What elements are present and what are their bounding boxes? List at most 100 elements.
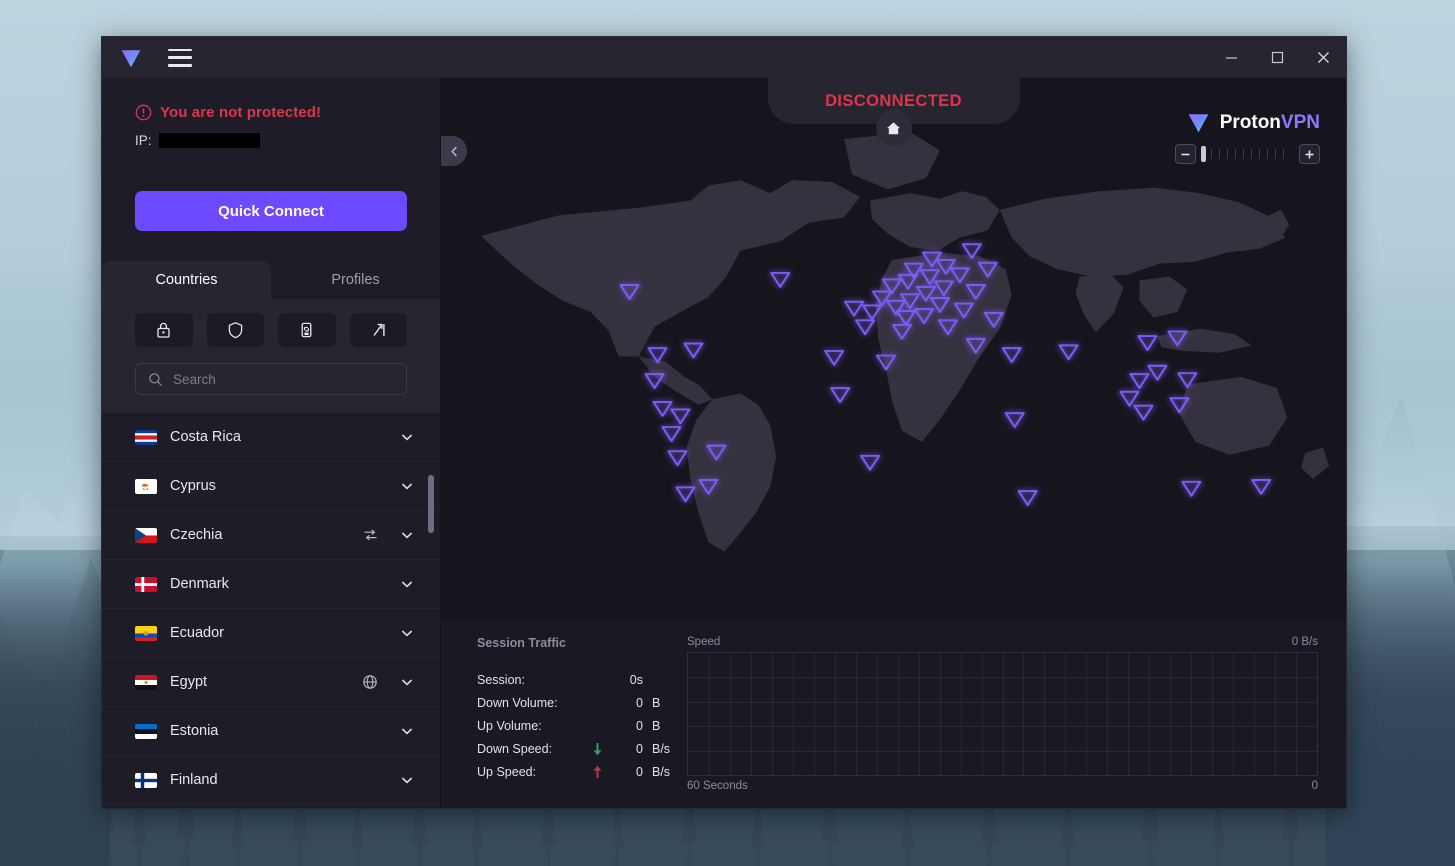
country-name: Egypt xyxy=(170,674,208,690)
chevron-down-icon[interactable] xyxy=(394,669,420,695)
list-item[interactable]: Denmark xyxy=(102,560,440,609)
flag-cy xyxy=(135,478,157,494)
stat-label: Up Speed: xyxy=(477,764,537,779)
search-container xyxy=(102,347,440,413)
minimize-button[interactable] xyxy=(1208,37,1254,78)
world-map[interactable]: DISCONNECTED ProtonVPN xyxy=(441,78,1346,622)
secure-core-filter-button[interactable] xyxy=(135,313,193,347)
speed-graph-plot xyxy=(687,652,1318,776)
graph-gridline-vertical xyxy=(1107,653,1109,775)
flag-cr xyxy=(135,429,157,445)
zoom-slider-handle[interactable] xyxy=(1201,146,1206,162)
zoom-out-button[interactable] xyxy=(1175,144,1196,164)
chevron-down-icon[interactable] xyxy=(394,571,420,597)
country-list[interactable]: Costa Rica Cyprus Czechia Denmark Ecuado… xyxy=(102,413,440,808)
brand-name-proton: Proton xyxy=(1219,111,1281,133)
speed-graph-xaxis-left: 60 Seconds xyxy=(687,780,748,792)
list-item[interactable]: Finland xyxy=(102,756,440,805)
country-name: Cyprus xyxy=(170,478,216,494)
chevron-down-icon[interactable] xyxy=(394,473,420,499)
chevron-left-icon xyxy=(450,145,457,157)
country-name: Ecuador xyxy=(170,625,225,641)
stat-row-down-volume: Down Volume: 0 B xyxy=(477,691,673,714)
list-item[interactable]: Cyprus xyxy=(102,462,440,511)
netshield-filter-button[interactable] xyxy=(206,313,264,347)
connection-status-block: You are not protected! IP: xyxy=(102,78,440,148)
plus-icon xyxy=(1305,150,1314,158)
connection-status-text: DISCONNECTED xyxy=(825,91,962,110)
graph-gridline-vertical xyxy=(981,653,983,775)
quick-connect-button[interactable]: Quick Connect xyxy=(135,191,407,231)
lock-icon xyxy=(157,322,170,338)
brand-name-vpn: VPN xyxy=(1280,111,1320,133)
speed-graph-header: Speed 0 B/s xyxy=(687,636,1318,648)
flag-fi xyxy=(135,772,157,788)
flag-cz xyxy=(135,527,157,543)
country-name: Czechia xyxy=(170,527,223,543)
graph-gridline-vertical xyxy=(918,653,920,775)
list-item[interactable]: Egypt xyxy=(102,658,440,707)
window-titlebar xyxy=(102,37,1346,78)
protonvpn-logo-icon xyxy=(121,49,141,67)
graph-gridline-vertical xyxy=(1191,653,1193,775)
speed-graph-column: Speed 0 B/s 60 Seconds 0 xyxy=(673,636,1318,792)
graph-gridline-vertical xyxy=(960,653,962,775)
p2p-filter-button[interactable] xyxy=(278,313,336,347)
map-zoom-control[interactable] xyxy=(1175,144,1320,164)
stat-label: Session: xyxy=(477,672,525,687)
traffic-stats-panel: Session Traffic Session: 0s Down Volume:… xyxy=(441,622,1346,808)
flag-eg xyxy=(135,674,157,690)
stat-row-session: Session: 0s xyxy=(477,668,673,691)
graph-gridline-vertical xyxy=(813,653,815,775)
flag-dk xyxy=(135,576,157,592)
stat-unit: B xyxy=(652,695,661,710)
graph-gridline-vertical xyxy=(1233,653,1235,775)
wallpaper-forest-left xyxy=(0,536,110,866)
stat-unit: B/s xyxy=(652,764,671,779)
not-protected-status: You are not protected! xyxy=(135,104,407,121)
scrollbar-thumb[interactable] xyxy=(428,475,434,533)
stat-row-down-speed: Down Speed: 0 B/s xyxy=(477,737,673,760)
hamburger-menu-icon[interactable] xyxy=(168,48,192,67)
chevron-down-icon[interactable] xyxy=(394,424,420,450)
zoom-in-button[interactable] xyxy=(1299,144,1320,164)
brand-row: ProtonVPN xyxy=(1186,110,1320,135)
sidebar-tabs: Countries Profiles xyxy=(102,261,440,299)
tab-countries[interactable]: Countries xyxy=(102,261,271,299)
country-list-scrollbar[interactable] xyxy=(428,413,434,808)
graph-gridline-vertical xyxy=(1170,653,1172,775)
list-item[interactable]: Costa Rica xyxy=(102,413,440,462)
search-box[interactable] xyxy=(135,363,407,395)
tab-profiles[interactable]: Profiles xyxy=(271,261,440,299)
row-badge-empty xyxy=(359,769,381,791)
p2p-icon xyxy=(359,524,381,546)
down-arrow-icon xyxy=(589,742,605,756)
session-traffic-column: Session Traffic Session: 0s Down Volume:… xyxy=(477,636,673,792)
search-input[interactable] xyxy=(173,371,394,387)
maximize-button[interactable] xyxy=(1254,37,1300,78)
speed-graph-max-value: 0 B/s xyxy=(1291,636,1318,648)
country-name: Estonia xyxy=(170,723,219,739)
list-item[interactable]: Estonia xyxy=(102,707,440,756)
ip-label: IP: xyxy=(135,133,152,148)
graph-gridline-vertical xyxy=(1065,653,1067,775)
chevron-down-icon[interactable] xyxy=(394,522,420,548)
chevron-down-icon[interactable] xyxy=(394,620,420,646)
chevron-down-icon[interactable] xyxy=(394,767,420,793)
stat-unit: B xyxy=(652,718,661,733)
chevron-down-icon[interactable] xyxy=(394,718,420,744)
close-button[interactable] xyxy=(1300,37,1346,78)
search-icon xyxy=(149,372,162,386)
list-item[interactable]: Czechia xyxy=(102,511,440,560)
zoom-slider-track[interactable] xyxy=(1201,144,1294,164)
tor-filter-button[interactable] xyxy=(349,313,407,347)
list-item[interactable]: Ecuador xyxy=(102,609,440,658)
graph-gridline-vertical xyxy=(855,653,857,775)
graph-gridline-vertical xyxy=(897,653,899,775)
stat-row-up-volume: Up Volume: 0 B xyxy=(477,714,673,737)
protonvpn-logo-icon xyxy=(1188,114,1208,133)
graph-gridline-vertical xyxy=(1275,653,1277,775)
brand-block: ProtonVPN xyxy=(1175,110,1320,164)
graph-gridline-vertical xyxy=(1128,653,1130,775)
map-home-button[interactable] xyxy=(875,110,912,146)
